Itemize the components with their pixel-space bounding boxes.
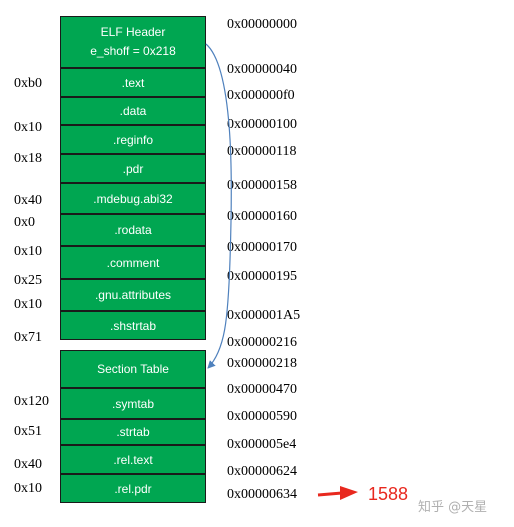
section-block-text: .text bbox=[60, 68, 206, 97]
watermark: 知乎 @天星 bbox=[418, 500, 488, 515]
section-block-pdr: .pdr bbox=[60, 154, 206, 183]
size-label: 0x10 bbox=[14, 244, 42, 259]
size-label: 0x18 bbox=[14, 151, 42, 166]
offset-label: 0x00000470 bbox=[227, 382, 297, 397]
offset-label: 0x00000195 bbox=[227, 269, 297, 284]
section-block-mdebug: .mdebug.abi32 bbox=[60, 183, 206, 214]
offset-label: 0x00000158 bbox=[227, 178, 297, 193]
result-value: 1588 bbox=[368, 484, 409, 504]
offset-label: 0x000000f0 bbox=[227, 88, 295, 103]
result-arrow-shaft bbox=[317, 491, 343, 497]
section-block-gnu-attributes: .gnu.attributes bbox=[60, 279, 206, 311]
offset-label: 0x000001A5 bbox=[227, 308, 301, 323]
section-table-entry-strtab: .strtab bbox=[60, 419, 206, 445]
result-arrow-head bbox=[340, 486, 358, 500]
size-label: 0x40 bbox=[14, 457, 42, 472]
size-label: 0x25 bbox=[14, 273, 42, 288]
elf-header-shoff: e_shoff = 0x218 bbox=[90, 44, 176, 58]
size-label: 0x0 bbox=[14, 215, 35, 230]
offset-label: 0x00000118 bbox=[227, 144, 297, 159]
offset-label: 0x00000216 bbox=[227, 335, 297, 350]
section-block-comment: .comment bbox=[60, 246, 206, 279]
size-label: 0x51 bbox=[14, 424, 42, 439]
offset-label: 0x00000634 bbox=[227, 487, 297, 502]
offset-label: 0x000005e4 bbox=[227, 437, 297, 452]
offset-label: 0x00000590 bbox=[227, 409, 297, 424]
offset-label: 0x00000000 bbox=[227, 17, 297, 32]
offset-label: 0x00000624 bbox=[227, 464, 297, 479]
offset-label: 0x00000160 bbox=[227, 209, 297, 224]
size-label: 0x10 bbox=[14, 297, 42, 312]
section-block-rodata: .rodata bbox=[60, 214, 206, 246]
section-table-entry-rel-pdr: .rel.pdr bbox=[60, 474, 206, 503]
size-label: 0x71 bbox=[14, 330, 42, 345]
offset-label: 0x00000170 bbox=[227, 240, 297, 255]
section-block-data: .data bbox=[60, 97, 206, 125]
size-label: 0x10 bbox=[14, 120, 42, 135]
section-table-entry-symtab: .symtab bbox=[60, 388, 206, 419]
size-label: 0x120 bbox=[14, 394, 49, 409]
elf-header-block: ELF Header e_shoff = 0x218 bbox=[60, 16, 206, 68]
section-block-reginfo: .reginfo bbox=[60, 125, 206, 154]
elf-header-title: ELF Header bbox=[100, 25, 166, 39]
offset-label: 0x00000040 bbox=[227, 62, 297, 77]
size-label: 0x10 bbox=[14, 481, 42, 496]
size-label: 0x40 bbox=[14, 193, 42, 208]
size-label: 0xb0 bbox=[14, 76, 42, 91]
section-table-block: Section Table bbox=[60, 350, 206, 388]
offset-label: 0x00000100 bbox=[227, 117, 297, 132]
offset-label: 0x00000218 bbox=[227, 356, 297, 371]
section-table-entry-rel-text: .rel.text bbox=[60, 445, 206, 474]
section-block-shstrtab: .shstrtab bbox=[60, 311, 206, 340]
